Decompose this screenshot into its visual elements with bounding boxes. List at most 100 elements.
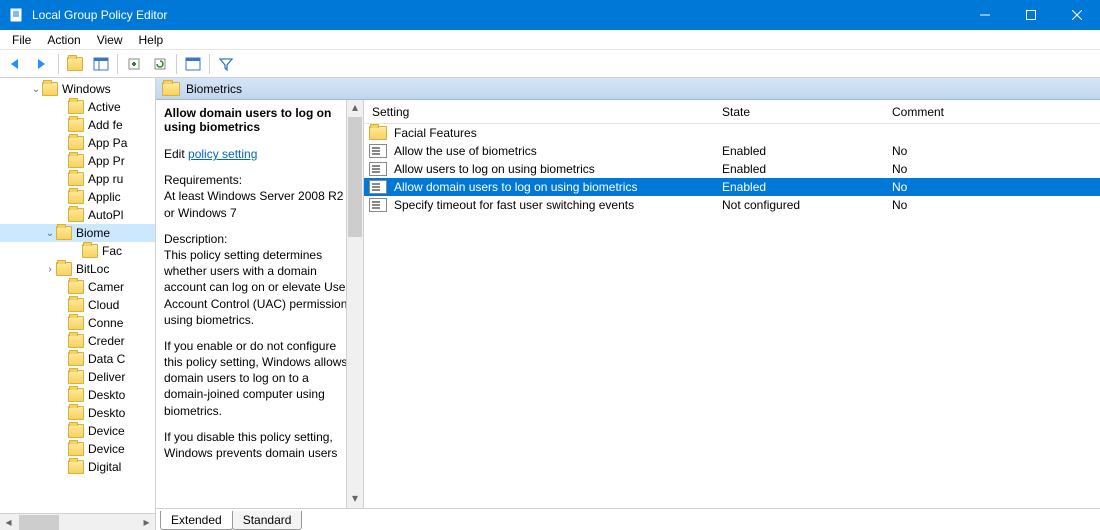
description-label: Description: bbox=[164, 232, 227, 246]
back-button[interactable] bbox=[4, 52, 28, 76]
cell-setting: Allow domain users to log on using biome… bbox=[386, 180, 645, 194]
cell-setting: Allow the use of biometrics bbox=[386, 144, 545, 158]
tree-item[interactable]: App ru bbox=[0, 170, 155, 188]
tree-item[interactable]: Data C bbox=[0, 350, 155, 368]
tree-item-label: Data C bbox=[88, 352, 125, 366]
tree-item[interactable]: Fac bbox=[0, 242, 155, 260]
tree-expand-icon[interactable]: › bbox=[44, 264, 56, 275]
tab-standard[interactable]: Standard bbox=[232, 511, 303, 530]
tree-item-label: Fac bbox=[102, 244, 122, 258]
tree-item-label: Cloud bbox=[88, 298, 119, 312]
cell-comment: No bbox=[884, 198, 915, 212]
properties-button[interactable] bbox=[181, 52, 205, 76]
tree-item[interactable]: App Pa bbox=[0, 134, 155, 152]
tree-item[interactable]: Device bbox=[0, 422, 155, 440]
description-scrollbar[interactable]: ▴▾ bbox=[346, 100, 363, 508]
folder-icon bbox=[68, 154, 84, 168]
tree-item-label: Device bbox=[88, 442, 125, 456]
up-folder-button[interactable] bbox=[63, 52, 87, 76]
col-state[interactable]: State bbox=[714, 101, 884, 123]
tree-item[interactable]: App Pr bbox=[0, 152, 155, 170]
tree-item-label: Active bbox=[88, 100, 121, 114]
tree-item[interactable]: Applic bbox=[0, 188, 155, 206]
requirements-text: At least Windows Server 2008 R2 or Windo… bbox=[164, 189, 343, 219]
grid-row[interactable]: Specify timeout for fast user switching … bbox=[364, 196, 1100, 214]
tree-horizontal-scrollbar[interactable]: ◂▸ bbox=[0, 513, 155, 530]
folder-icon bbox=[68, 172, 84, 186]
close-button[interactable] bbox=[1054, 0, 1100, 30]
tree-item[interactable]: ⌄ Windows bbox=[0, 80, 155, 98]
filter-button[interactable] bbox=[214, 52, 238, 76]
menu-bar: File Action View Help bbox=[0, 30, 1100, 50]
tree-item[interactable]: Deliver bbox=[0, 368, 155, 386]
tree-item[interactable]: Add fe bbox=[0, 116, 155, 134]
tree-item-label: App ru bbox=[88, 172, 123, 186]
tree-expand-icon[interactable]: ⌄ bbox=[30, 84, 42, 95]
grid-header[interactable]: Setting State Comment bbox=[364, 100, 1100, 124]
col-comment[interactable]: Comment bbox=[884, 101, 1100, 123]
edit-policy-link[interactable]: policy setting bbox=[188, 147, 257, 161]
cell-setting: Facial Features bbox=[386, 126, 485, 140]
menu-action[interactable]: Action bbox=[41, 31, 86, 49]
tree-item[interactable]: ⌄Biome bbox=[0, 224, 155, 242]
tree-item[interactable]: AutoPl bbox=[0, 206, 155, 224]
maximize-button[interactable] bbox=[1008, 0, 1054, 30]
tree-item-label: Applic bbox=[88, 190, 121, 204]
tree-item[interactable]: ›BitLoc bbox=[0, 260, 155, 278]
refresh-button[interactable] bbox=[148, 52, 172, 76]
navigation-tree[interactable]: ⌄ Windows Active Add fe App Pa App Pr App ru Ap… bbox=[0, 78, 156, 530]
tree-item[interactable]: Deskto bbox=[0, 404, 155, 422]
menu-view[interactable]: View bbox=[91, 31, 129, 49]
show-hide-tree-button[interactable] bbox=[89, 52, 113, 76]
folder-icon bbox=[68, 298, 84, 312]
tree-item[interactable]: Creder bbox=[0, 332, 155, 350]
folder-icon bbox=[68, 190, 84, 204]
tree-item-label: Windows bbox=[62, 82, 111, 96]
grid-row[interactable]: Allow the use of biometrics Enabled No bbox=[364, 142, 1100, 160]
tree-item[interactable]: Camer bbox=[0, 278, 155, 296]
cell-comment: No bbox=[884, 162, 915, 176]
tree-item-label: Deskto bbox=[88, 406, 125, 420]
settings-grid: Setting State Comment Facial Features All… bbox=[364, 100, 1100, 508]
folder-icon bbox=[68, 100, 84, 114]
minimize-button[interactable] bbox=[962, 0, 1008, 30]
tree-item-label: Creder bbox=[88, 334, 125, 348]
tree-item[interactable]: Cloud bbox=[0, 296, 155, 314]
tree-item[interactable]: Device bbox=[0, 440, 155, 458]
folder-icon bbox=[56, 226, 72, 240]
forward-button[interactable] bbox=[30, 52, 54, 76]
tab-extended[interactable]: Extended bbox=[160, 511, 233, 530]
grid-row[interactable]: Allow users to log on using biometrics En… bbox=[364, 160, 1100, 178]
folder-icon bbox=[42, 82, 58, 96]
tree-item[interactable]: Active bbox=[0, 98, 155, 116]
export-button[interactable] bbox=[122, 52, 146, 76]
menu-file[interactable]: File bbox=[6, 31, 37, 49]
cell-state bbox=[714, 126, 730, 140]
menu-help[interactable]: Help bbox=[133, 31, 170, 49]
tree-item[interactable]: Digital bbox=[0, 458, 155, 476]
tree-item[interactable]: Deskto bbox=[0, 386, 155, 404]
tree-item-label: App Pa bbox=[88, 136, 127, 150]
tree-expand-icon[interactable]: ⌄ bbox=[44, 228, 56, 239]
cell-state: Not configured bbox=[714, 198, 808, 212]
col-setting[interactable]: Setting bbox=[364, 101, 714, 123]
cell-state: Enabled bbox=[714, 162, 774, 176]
window-title: Local Group Policy Editor bbox=[32, 8, 962, 22]
folder-icon bbox=[68, 424, 84, 438]
policy-icon bbox=[370, 143, 386, 159]
grid-row[interactable]: Allow domain users to log on using biome… bbox=[364, 178, 1100, 196]
policy-icon bbox=[370, 161, 386, 177]
cell-setting: Allow users to log on using biometrics bbox=[386, 162, 603, 176]
tree-item-label: Device bbox=[88, 424, 125, 438]
cell-state: Enabled bbox=[714, 144, 774, 158]
requirements-label: Requirements: bbox=[164, 173, 242, 187]
tree-item[interactable]: Conne bbox=[0, 314, 155, 332]
cell-comment: No bbox=[884, 144, 915, 158]
description-p2: If you enable or do not configure this p… bbox=[164, 338, 355, 419]
tree-item-label: Deskto bbox=[88, 388, 125, 402]
cell-comment bbox=[884, 126, 900, 140]
policy-icon bbox=[370, 179, 386, 195]
tree-item-label: Digital bbox=[88, 460, 121, 474]
folder-icon bbox=[82, 244, 98, 258]
grid-row[interactable]: Facial Features bbox=[364, 124, 1100, 142]
